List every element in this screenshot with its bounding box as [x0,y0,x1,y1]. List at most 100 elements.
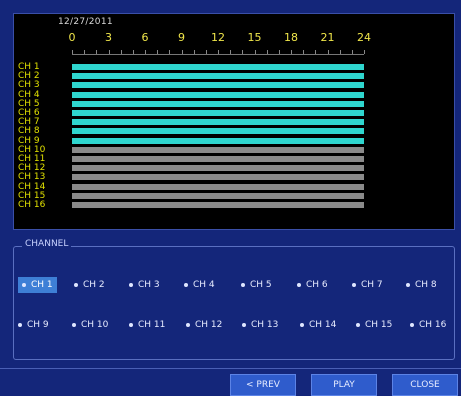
bullet-icon [352,282,356,287]
ruler-tick [169,50,171,54]
ruler-tick [84,50,86,54]
ruler-tick [278,50,280,54]
bullet-icon [129,322,133,327]
channel-button-label: CH 3 [138,280,160,290]
recording-bar[interactable] [72,174,364,181]
ruler-tick [291,50,292,54]
recording-bar[interactable] [72,146,364,153]
ruler-tick [193,50,195,54]
recording-bar[interactable] [72,100,364,107]
channel-button[interactable]: CH 11 [129,317,165,333]
hour-label: 6 [141,31,149,44]
ruler-tick [120,50,122,54]
channel-button-label: CH 12 [195,320,223,330]
channel-button-label: CH 10 [81,320,109,330]
ruler-tick [254,50,256,54]
recording-bar[interactable] [72,82,364,89]
ruler-tick [181,50,183,54]
bullet-icon [406,282,410,287]
prev-button[interactable]: < PREV [230,374,296,396]
recording-bar[interactable] [72,183,364,190]
channel-label: CH 16 [18,200,46,210]
close-button[interactable]: CLOSE [392,374,458,396]
ruler-tick [157,50,159,54]
channel-button[interactable]: CH 7 [352,277,383,293]
recording-bar[interactable] [72,165,364,172]
channel-button-label: CH 7 [361,280,383,290]
ruler-tick [108,50,110,54]
recording-bar[interactable] [72,202,364,208]
channel-button[interactable]: CH 9 [18,317,49,333]
bullet-icon [242,322,246,327]
play-button[interactable]: PLAY [311,374,377,396]
bullet-icon [18,322,22,327]
channel-button[interactable]: CH 14 [300,317,336,333]
channel-button[interactable]: CH 1 [18,277,57,293]
ruler-tick [205,50,207,54]
ruler-tick [218,50,219,54]
hour-label: 21 [320,31,335,44]
channel-button[interactable]: CH 4 [184,277,215,293]
bullet-icon [356,322,360,327]
ruler-tick [132,50,134,54]
ruler-tick [242,50,244,54]
recording-bar[interactable] [72,91,364,98]
bullet-icon [184,282,188,287]
recording-bar[interactable] [72,128,364,135]
channel-button-label: CH 9 [27,320,49,330]
bullet-icon [297,282,301,287]
hour-label: 3 [105,31,112,44]
channel-button-label: CH 2 [83,280,105,290]
ruler-tick [351,50,353,54]
channel-button-label: CH 5 [250,280,272,290]
ruler-tick [145,50,146,54]
bullet-icon [129,282,133,287]
bullet-icon [186,322,190,327]
bullet-icon [300,322,304,327]
hour-ruler [72,48,365,55]
hour-label: 15 [247,31,262,44]
hour-label: 9 [178,31,185,44]
recording-bar[interactable] [72,137,364,144]
channel-button[interactable]: CH 13 [242,317,278,333]
hour-label: 18 [284,31,298,44]
bullet-icon [72,322,76,327]
channel-button-label: CH 4 [193,280,215,290]
recording-bar[interactable] [72,64,364,70]
separator [0,368,461,369]
bullet-icon [241,282,245,287]
ruler-tick [339,50,341,54]
channel-button[interactable]: CH 3 [129,277,160,293]
channel-button-label: CH 8 [415,280,437,290]
ruler-tick [364,50,365,54]
recording-bar[interactable] [72,73,364,80]
channel-button[interactable]: CH 5 [241,277,272,293]
recording-bar[interactable] [72,119,364,126]
channel-button[interactable]: CH 10 [72,317,108,333]
ruler-tick [96,50,98,54]
channel-button[interactable]: CH 15 [356,317,392,333]
recording-bar[interactable] [72,192,364,199]
channel-button-label: CH 13 [251,320,279,330]
timeline-panel[interactable]: 12/27/2011 0 3 6 9 12 15 18 21 24 CH 1 CH 2 CH 3 CH… [13,13,455,230]
ruler-tick [266,50,268,54]
recording-bar[interactable] [72,156,364,162]
search-window: 12/27/2011 0 3 6 9 12 15 18 21 24 CH 1 CH 2 CH 3 CH… [0,0,461,396]
channel-button[interactable]: CH 6 [297,277,328,293]
hour-label: 0 [68,31,76,44]
recording-bar[interactable] [72,110,364,116]
bullet-icon [410,322,414,327]
hour-label: 12 [211,31,225,44]
channel-button[interactable]: CH 12 [186,317,222,333]
channel-button-label: CH 6 [306,280,328,290]
bullet-icon [74,282,78,287]
channel-button[interactable]: CH 2 [74,277,105,293]
hour-label: 24 [357,31,371,44]
channel-button[interactable]: CH 8 [406,277,437,293]
timeline-date: 12/27/2011 [58,17,113,27]
channel-button-label: CH 14 [309,320,337,330]
channel-button-label: CH 16 [419,320,447,330]
ruler-tick [230,50,232,54]
bullet-icon [22,282,26,287]
channel-button[interactable]: CH 16 [410,317,446,333]
